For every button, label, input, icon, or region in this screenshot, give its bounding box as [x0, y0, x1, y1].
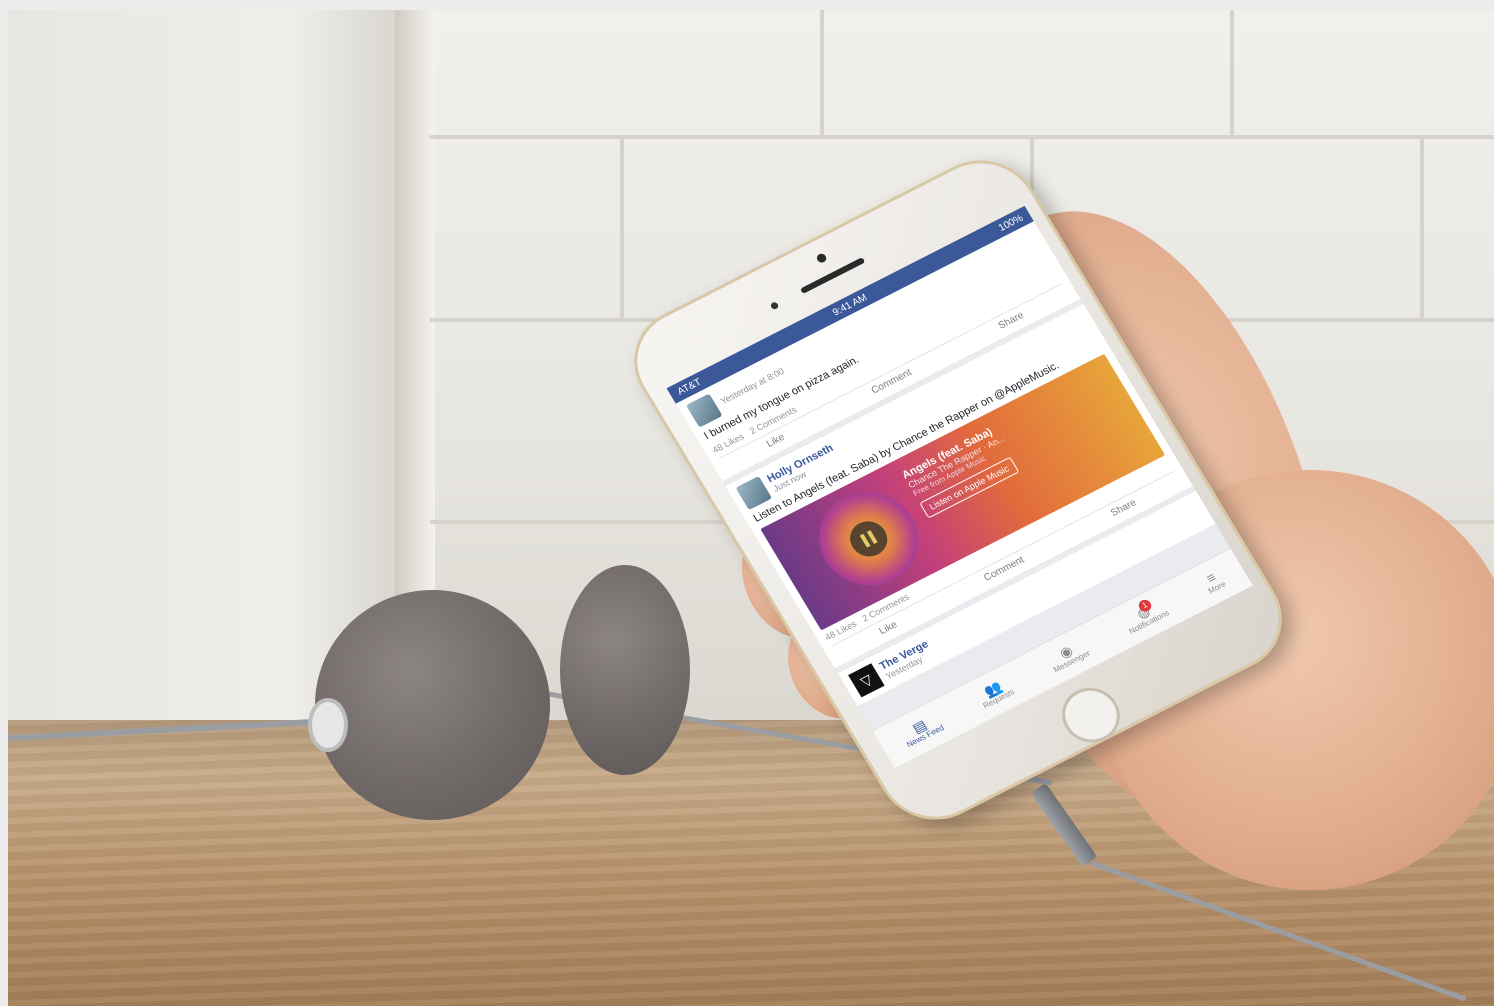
phone-screen: AT&T 9:41 AM 100% Yesterday at 8:00 I bu…: [666, 205, 1253, 769]
smartphone: AT&T 9:41 AM 100% Yesterday at 8:00 I bu…: [613, 141, 1303, 839]
sensor-icon: [769, 301, 780, 311]
photo: AT&T 9:41 AM 100% Yesterday at 8:00 I bu…: [0, 0, 1494, 1006]
like-button[interactable]: Like: [877, 619, 899, 637]
avatar[interactable]: [735, 475, 773, 511]
home-button[interactable]: [1051, 678, 1131, 752]
brick-mortar-line: [620, 139, 624, 319]
tab-notifications[interactable]: ◍ 1 Notifications: [1120, 596, 1171, 636]
brick-mortar-line: [820, 10, 824, 135]
phone-wrapper: AT&T 9:41 AM 100% Yesterday at 8:00 I bu…: [613, 140, 1303, 839]
brick-mortar-line: [1420, 139, 1424, 319]
earpiece-speaker: [799, 257, 866, 295]
tab-more[interactable]: ≡ More: [1199, 567, 1227, 596]
tab-requests[interactable]: 👥 Requests: [974, 675, 1016, 710]
tab-news-feed[interactable]: ▤ News Feed: [898, 711, 946, 749]
brick-mortar-line: [1230, 10, 1234, 135]
front-camera-icon: [815, 252, 828, 265]
tab-messenger[interactable]: ◉ Messenger: [1045, 637, 1092, 674]
avatar[interactable]: [685, 393, 723, 428]
brick-mortar-line: [430, 135, 1494, 139]
headphone-ear-cup: [315, 590, 550, 820]
the-verge-logo-icon[interactable]: ▽: [848, 663, 885, 698]
headphone-ring: [308, 698, 348, 752]
like-button[interactable]: Like: [765, 432, 787, 450]
